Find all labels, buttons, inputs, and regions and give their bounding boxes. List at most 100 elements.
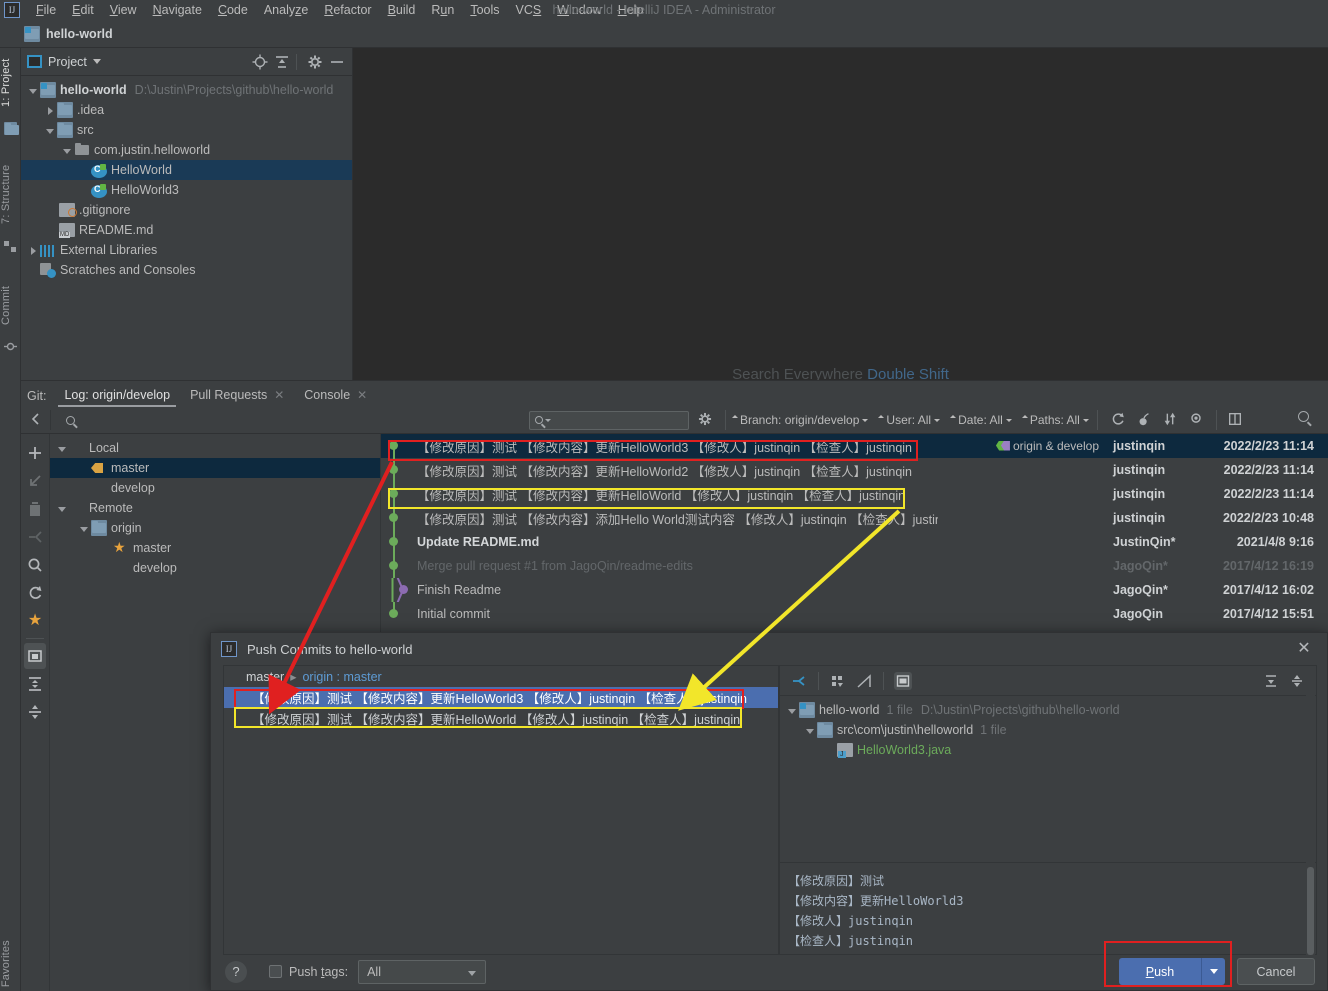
project-tree-item[interactable]: .gitignore — [21, 200, 352, 220]
editor-area[interactable]: Search Everywhere Double Shift — [353, 48, 1328, 383]
collapse-all-icon[interactable] — [1288, 672, 1306, 690]
project-tree[interactable]: hello-world D:\Justin\Projects\github\hel… — [21, 76, 352, 280]
chevron-right-icon[interactable] — [27, 244, 40, 257]
add-icon[interactable] — [24, 440, 46, 466]
merge-icon[interactable] — [24, 524, 46, 550]
detail-scrollbar[interactable] — [1306, 667, 1315, 955]
push-commit-row[interactable]: 【修改原因】测试 【修改内容】更新HelloWorld3 【修改人】justin… — [224, 687, 778, 708]
search-icon[interactable] — [1298, 411, 1316, 429]
chevron-down-icon[interactable] — [56, 442, 69, 455]
branch-tree-item[interactable]: develop — [50, 558, 380, 578]
branch-tree-item[interactable]: develop — [50, 478, 380, 498]
search-icon[interactable] — [51, 415, 89, 425]
checkout-icon[interactable] — [24, 468, 46, 494]
close-icon[interactable]: ✕ — [357, 388, 367, 402]
sort-icon[interactable] — [1162, 411, 1180, 429]
commit-row[interactable]: Finish Readme JagoQin* 2017/4/12 16:02 — [381, 578, 1328, 602]
favorite-star-icon[interactable]: ★ — [24, 608, 46, 634]
push-commit-row[interactable]: 【修改原因】测试 【修改内容】更新HelloWorld 【修改人】justinq… — [224, 708, 778, 729]
breadcrumb[interactable]: hello-world — [46, 27, 113, 41]
menu-item-analyze[interactable]: Analyze — [256, 0, 316, 20]
menu-item-build[interactable]: Build — [380, 0, 424, 20]
chevron-down-icon[interactable] — [61, 144, 74, 157]
menu-item-navigate[interactable]: Navigate — [145, 0, 210, 20]
menu-item-window[interactable]: Window — [549, 0, 609, 20]
show-details-icon[interactable] — [1227, 411, 1245, 429]
changed-file-row[interactable]: hello-world 1 file D:\Justin\Projects\gith… — [780, 700, 1316, 720]
refresh-icon[interactable] — [1110, 411, 1128, 429]
push-tags-checkbox[interactable] — [269, 965, 282, 978]
eye-icon[interactable] — [1188, 411, 1206, 429]
changed-file-row[interactable]: src\com\justin\helloworld 1 file — [780, 720, 1316, 740]
menu-item-help[interactable]: Help — [610, 0, 652, 20]
commit-row[interactable]: 【修改原因】测试 【修改内容】更新HelloWorld 【修改人】justinq… — [381, 482, 1328, 506]
project-tree-item[interactable]: HelloWorld — [21, 160, 352, 180]
show-root-icon[interactable] — [24, 643, 46, 669]
project-tree-item[interactable]: External Libraries — [21, 240, 352, 260]
cherry-pick-icon[interactable] — [1136, 411, 1154, 429]
push-tags-select[interactable]: All — [358, 959, 487, 984]
project-tree-item[interactable]: src — [21, 120, 352, 140]
cancel-button[interactable]: Cancel — [1237, 958, 1315, 985]
branch-tree-item[interactable]: origin — [50, 518, 380, 538]
changed-file-row[interactable]: HelloWorld3.java — [780, 740, 1316, 760]
project-panel-title[interactable]: Project — [48, 55, 87, 69]
commit-row[interactable]: Merge pull request #1 from JagoQin/readm… — [381, 554, 1328, 578]
branch-tree-item[interactable]: master — [50, 458, 380, 478]
menu-item-tools[interactable]: Tools — [462, 0, 507, 20]
commit-row[interactable]: 【修改原因】测试 【修改内容】更新HelloWorld3 【修改人】justin… — [381, 434, 1328, 458]
menu-item-refactor[interactable]: Refactor — [316, 0, 379, 20]
gear-icon[interactable] — [306, 53, 324, 71]
commit-row[interactable]: Update README.md JustinQin* 2021/4/8 9:16 — [381, 530, 1328, 554]
close-icon[interactable]: ✕ — [1295, 641, 1313, 659]
sidebar-item-project[interactable]: 1: Project — [0, 52, 21, 114]
close-icon[interactable]: ✕ — [274, 388, 284, 402]
chevron-down-icon[interactable] — [27, 84, 40, 97]
expand-all-icon[interactable] — [1262, 672, 1280, 690]
commit-row[interactable]: 【修改原因】测试 【修改内容】添加Hello World测试内容 【修改人】ju… — [381, 506, 1328, 530]
branch-tree-item[interactable]: ★ master — [50, 538, 380, 558]
group-by-icon[interactable] — [829, 672, 847, 690]
push-commits-panel[interactable]: master ▸ origin : master 【修改原因】测试 【修改内容】… — [223, 665, 779, 955]
menu-item-file[interactable]: File — [28, 0, 64, 20]
chevron-down-icon[interactable] — [545, 418, 551, 422]
chevron-down-icon[interactable] — [78, 522, 91, 535]
project-tree-item[interactable]: HelloWorld3 — [21, 180, 352, 200]
target-branch[interactable]: origin : master — [302, 670, 381, 684]
filter-paths[interactable]: Paths: All — [1022, 413, 1089, 427]
locate-target-icon[interactable] — [251, 53, 269, 71]
project-tree-item[interactable]: Scratches and Consoles — [21, 260, 352, 280]
collapse-sidebar-icon[interactable] — [21, 412, 50, 429]
push-button[interactable]: Push — [1119, 958, 1201, 985]
menu-item-run[interactable]: Run — [423, 0, 462, 20]
sidebar-item-structure[interactable]: 7: Structure — [0, 156, 21, 232]
commit-row[interactable]: 【修改原因】测试 【修改内容】更新HelloWorld2 【修改人】justin… — [381, 458, 1328, 482]
chevron-down-icon[interactable] — [786, 704, 799, 717]
edit-source-icon[interactable] — [855, 672, 873, 690]
search-input[interactable] — [529, 410, 689, 430]
collapse-all-icon[interactable] — [24, 699, 46, 725]
tab-console[interactable]: Console ✕ — [294, 383, 377, 407]
menu-item-edit[interactable]: Edit — [64, 0, 102, 20]
push-split-dropdown[interactable] — [1201, 958, 1225, 985]
changed-file-tree[interactable]: hello-world 1 file D:\Justin\Projects\gith… — [780, 696, 1316, 760]
project-tree-item[interactable]: com.justin.helloworld — [21, 140, 352, 160]
tab-pull-requests[interactable]: Pull Requests ✕ — [180, 383, 294, 407]
filter-date[interactable]: Date: All — [950, 413, 1012, 427]
chevron-down-icon[interactable] — [44, 124, 57, 137]
filter-user[interactable]: User: All — [878, 413, 940, 427]
sidebar-item-favorites[interactable]: 2: Favorites — [0, 930, 21, 991]
diff-icon[interactable] — [790, 672, 808, 690]
delete-icon[interactable] — [24, 496, 46, 522]
chevron-down-icon[interactable] — [92, 59, 101, 64]
menu-item-vcs[interactable]: VCS — [508, 0, 550, 20]
chevron-down-icon[interactable] — [804, 724, 817, 737]
filter-branch[interactable]: Branch: origin/develop — [732, 413, 868, 427]
tab-log[interactable]: Log: origin/develop — [54, 383, 180, 407]
sidebar-item-commit[interactable]: Commit — [0, 276, 21, 334]
menu-item-code[interactable]: Code — [210, 0, 256, 20]
search-icon[interactable] — [24, 552, 46, 578]
preview-icon[interactable] — [894, 671, 912, 690]
branch-tree-item[interactable]: Local — [50, 438, 380, 458]
expand-all-icon[interactable] — [24, 671, 46, 697]
